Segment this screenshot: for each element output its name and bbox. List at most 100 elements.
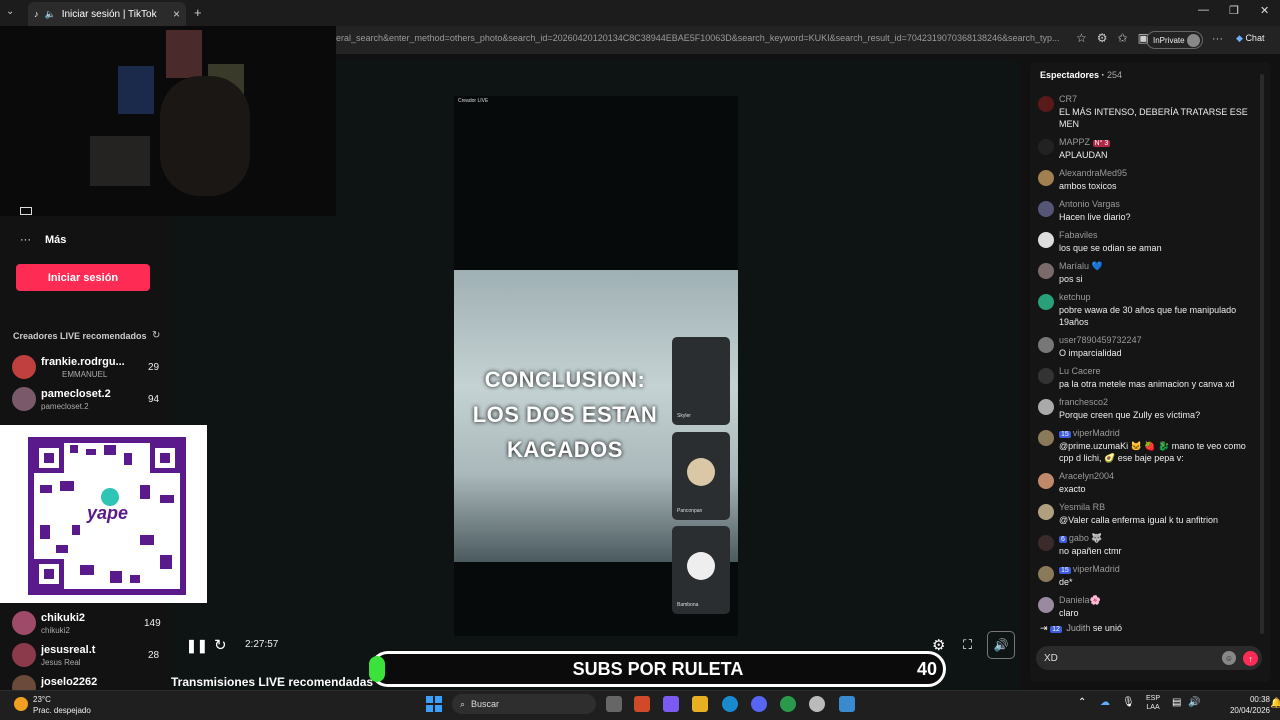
chat-text: Hacen live diario?: [1059, 212, 1131, 222]
chat-username[interactable]: MAPPZ N° 3: [1059, 137, 1112, 147]
audio-icon[interactable]: 🔈: [45, 9, 56, 20]
xbox-icon[interactable]: [780, 696, 796, 712]
profile-avatar: [1187, 34, 1200, 47]
creator-row[interactable]: chikuki2 chikuki2 149: [12, 610, 162, 636]
emoji-icon[interactable]: ☺: [1222, 651, 1236, 665]
chat-text: de*: [1059, 577, 1073, 587]
creator-row[interactable]: jesusreal.t Jesus Real 28: [12, 642, 162, 668]
chat-username[interactable]: franchesco2: [1059, 397, 1108, 407]
obs-icon[interactable]: [809, 696, 825, 712]
discord-icon[interactable]: [751, 696, 767, 712]
chat-username[interactable]: Lu Cacere: [1059, 366, 1101, 376]
maximize-button[interactable]: ❐: [1229, 4, 1239, 17]
refresh-icon[interactable]: ↻: [214, 636, 227, 654]
office-icon[interactable]: [634, 696, 650, 712]
user-avatar: [1038, 201, 1054, 217]
user-avatar: [1038, 399, 1054, 415]
refresh-icon[interactable]: ↻: [152, 330, 160, 341]
viewer-count: 254: [1107, 70, 1123, 80]
clock[interactable]: 00:38 20/04/2026: [1212, 694, 1270, 716]
following-icon[interactable]: [20, 207, 32, 215]
chat-username[interactable]: Yesmila RB: [1059, 502, 1105, 512]
chat-text: O imparcialidad: [1059, 348, 1122, 358]
yape-qr-overlay: yape: [0, 425, 207, 603]
user-avatar: [1038, 504, 1054, 520]
chat-username[interactable]: ketchup: [1059, 292, 1091, 302]
user-avatar: [1038, 535, 1054, 551]
chat-text: pos si: [1059, 274, 1083, 284]
chat-username[interactable]: user7890459732247: [1059, 335, 1142, 345]
fullscreen-icon[interactable]: ⛶: [963, 637, 972, 653]
creator-live-label: Creador LIVE: [458, 98, 489, 104]
creator-row[interactable]: frankie.rodrgu... EMMANUEL 29: [12, 354, 162, 380]
chat-text: pa la otra metele mas animacion y canva …: [1059, 379, 1235, 389]
pause-icon[interactable]: ❚❚: [186, 638, 208, 654]
chat-username[interactable]: 15 viperMadrid: [1059, 564, 1120, 574]
close-tab-icon[interactable]: ×: [173, 7, 180, 21]
guest-tile[interactable]: Skyler: [672, 337, 730, 425]
edge-icon[interactable]: [722, 696, 738, 712]
chat-username[interactable]: CR7: [1059, 94, 1077, 104]
chat-username[interactable]: Aracelyn2004: [1059, 471, 1114, 481]
volume-icon[interactable]: 🔊: [987, 631, 1015, 659]
mic-icon[interactable]: 🎙: [1122, 697, 1135, 708]
tab-list-chevron-icon[interactable]: ⌄: [6, 6, 14, 17]
chat-username[interactable]: Maríalu 💙: [1059, 261, 1103, 272]
more-options-icon[interactable]: ···: [1212, 33, 1223, 45]
chat-username[interactable]: Fabaviles: [1059, 230, 1098, 240]
browser-tab-strip: [0, 0, 1280, 26]
new-tab-button[interactable]: +: [194, 5, 202, 20]
more-dots-icon[interactable]: ···: [20, 234, 31, 246]
url-field[interactable]: eral_search&enter_method=others_photo&se…: [336, 33, 1068, 47]
chat-username[interactable]: 6 gabo 🐺: [1059, 533, 1103, 544]
network-icon[interactable]: ▤: [1172, 697, 1181, 708]
subs-banner: SUBS POR RULETA 40: [369, 651, 946, 687]
task-view-icon[interactable]: [606, 696, 622, 712]
volume-tray-icon[interactable]: 🔊: [1188, 697, 1200, 708]
user-avatar: [1038, 430, 1054, 446]
onedrive-icon[interactable]: ☁: [1100, 697, 1110, 708]
close-window-button[interactable]: ✕: [1260, 4, 1269, 17]
favorites-icon[interactable]: ✩: [1118, 31, 1128, 45]
guest-tile[interactable]: Panconpan: [672, 432, 730, 520]
copilot-taskbar-icon[interactable]: [663, 696, 679, 712]
chat-username[interactable]: AlexandraMed95: [1059, 168, 1127, 178]
taskbar-search[interactable]: ⌕ Buscar: [452, 694, 596, 714]
user-avatar: [1038, 170, 1054, 186]
language-indicator[interactable]: ESP LAA: [1146, 694, 1160, 712]
extensions-icon[interactable]: ⚙: [1097, 31, 1108, 45]
user-avatar: [1038, 232, 1054, 248]
login-button[interactable]: Iniciar sesión: [16, 264, 150, 291]
creator-row[interactable]: joselo2262: [12, 674, 162, 690]
file-explorer-icon[interactable]: [692, 696, 708, 712]
copilot-icon: ◆: [1236, 33, 1243, 43]
chat-username[interactable]: Daniela🌸: [1059, 595, 1101, 606]
chat-scrollbar[interactable]: [1260, 74, 1264, 634]
viewers-header[interactable]: Espectadores · 254: [1040, 70, 1122, 80]
tray-chevron-icon[interactable]: ⌃: [1078, 697, 1086, 708]
user-avatar: [1038, 294, 1054, 310]
inprivate-badge[interactable]: InPrivate: [1146, 31, 1203, 49]
weather-icon[interactable]: [14, 697, 28, 711]
notifications-icon[interactable]: 🔔: [1270, 698, 1280, 709]
guest-tile[interactable]: Bambona: [672, 526, 730, 614]
creator-name: pamecloset.2: [41, 388, 111, 400]
creator-name: joselo2262: [41, 676, 98, 688]
weather-widget[interactable]: 23°C Prac. despejado: [33, 694, 91, 716]
more-link[interactable]: Más: [45, 234, 66, 246]
chat-username[interactable]: Antonio Vargas: [1059, 199, 1120, 209]
start-button[interactable]: [426, 696, 442, 712]
favorite-star-icon[interactable]: ☆: [1076, 31, 1087, 45]
minimize-button[interactable]: —: [1198, 4, 1209, 16]
browser-tab[interactable]: ♪ 🔈 Iniciar sesión | TikTok ×: [28, 2, 186, 26]
send-icon[interactable]: ↑: [1243, 651, 1258, 666]
snipping-icon[interactable]: [839, 696, 855, 712]
copilot-chat-button[interactable]: ◆ Chat: [1236, 33, 1264, 44]
chat-username[interactable]: 15 viperMadrid: [1059, 428, 1120, 438]
tab-title: Iniciar sesión | TikTok: [61, 8, 157, 20]
recommended-lives-title: Transmisiones LIVE recomendadas: [171, 675, 374, 689]
video-overlay-text: CONCLUSION: LOS DOS ESTAN KAGADOS: [460, 362, 670, 467]
creator-viewer-count: 29: [148, 362, 160, 373]
creator-row[interactable]: pamecloset.2 pamecloset.2 94: [12, 386, 162, 412]
joined-username[interactable]: Judith: [1066, 623, 1090, 633]
